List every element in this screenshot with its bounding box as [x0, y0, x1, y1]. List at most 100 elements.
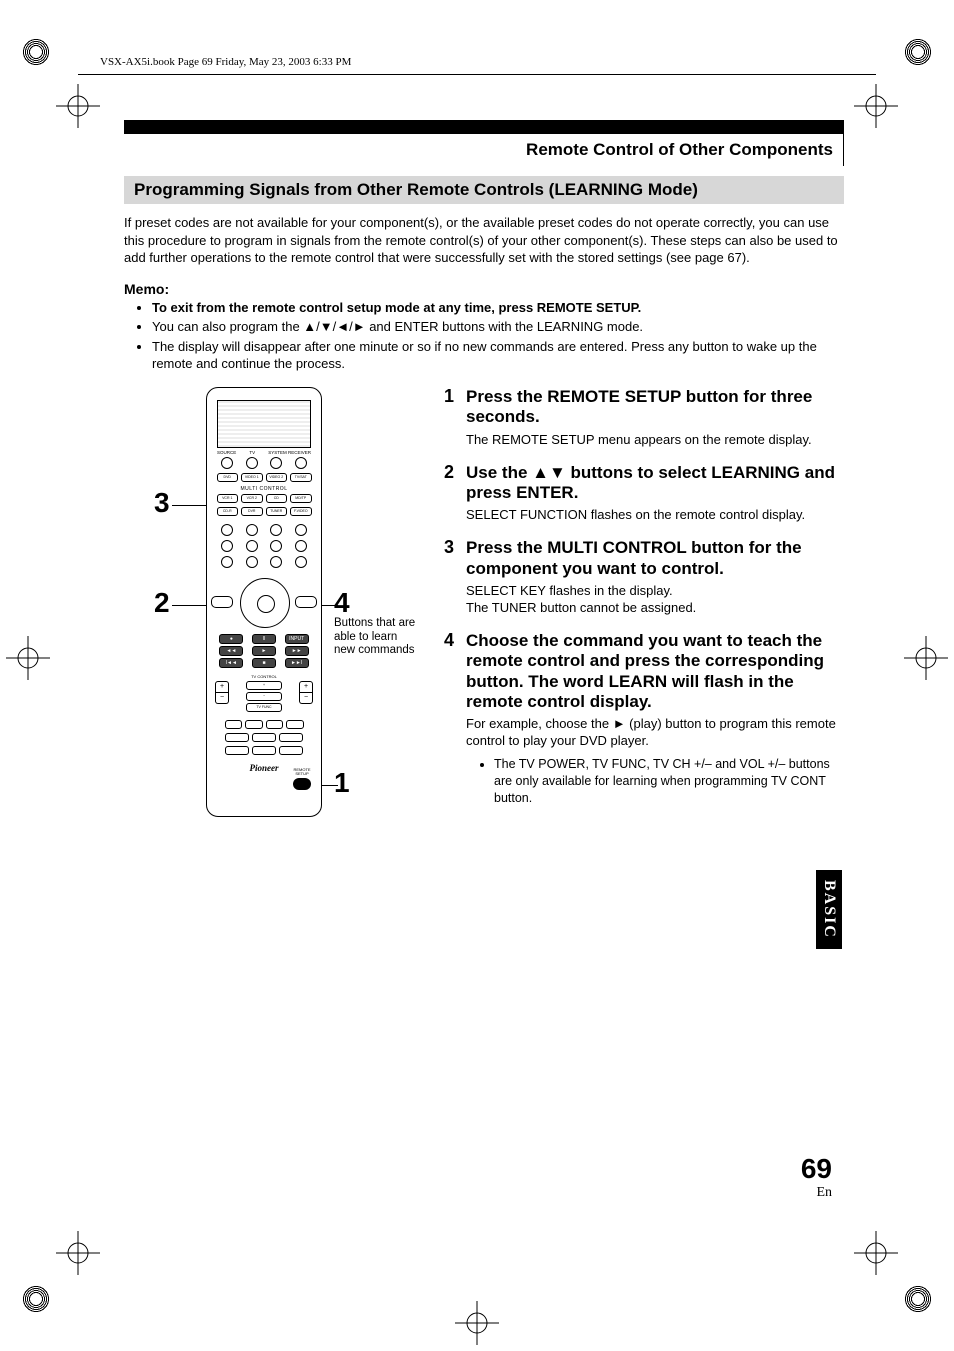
step-number: 3: [444, 538, 466, 617]
prev-track-button-icon: I◄◄: [219, 658, 243, 668]
remote-button: [286, 720, 304, 729]
round-button-icon: [295, 556, 307, 568]
remote-button: CD: [266, 494, 288, 503]
power-button-icon: [270, 457, 282, 469]
round-button-icon: [221, 556, 233, 568]
step-sub-item: The TV POWER, TV FUNC, TV CH +/– and VOL…: [494, 756, 844, 807]
remote-button: MD/TP: [290, 494, 312, 503]
callout-line: [320, 605, 338, 606]
registration-mark-icon: [904, 636, 948, 680]
tv-func-button: TV FUNC: [246, 703, 282, 712]
rewind-button-icon: ◄◄: [219, 646, 243, 656]
intro-paragraph: If preset codes are not available for yo…: [124, 214, 844, 267]
fast-forward-button-icon: ►►: [285, 646, 309, 656]
page-language: En: [801, 1185, 832, 1201]
step-title: Choose the command you want to teach the…: [466, 631, 844, 713]
memo-item: To exit from the remote control setup mo…: [152, 299, 844, 317]
round-button-icon: [246, 524, 258, 536]
step-desc: The REMOTE SETUP menu appears on the rem…: [466, 432, 844, 449]
round-button-icon: [270, 540, 282, 552]
side-button-icon: [211, 596, 233, 608]
input-button: INPUT: [285, 634, 309, 644]
registration-mark-icon: [6, 636, 50, 680]
round-button-icon: [246, 540, 258, 552]
remote-setup-button-icon: [293, 778, 311, 790]
registration-mark-icon: [854, 1231, 898, 1275]
remote-button: CD-R: [217, 507, 239, 516]
round-button-icon: [270, 556, 282, 568]
step-number: 4: [444, 631, 466, 809]
remote-button: [279, 746, 303, 755]
remote-button: [225, 746, 249, 755]
play-button-icon: ►: [252, 646, 276, 656]
header-rule: [78, 74, 876, 75]
cropmark-icon: [900, 34, 936, 70]
round-button-icon: [295, 524, 307, 536]
memo-heading: Memo:: [124, 281, 844, 297]
step-number: 1: [444, 387, 466, 449]
callout-number-2: 2: [154, 587, 170, 619]
pause-button-icon: II: [252, 634, 276, 644]
callout-line: [320, 785, 338, 786]
remote-button: [225, 733, 249, 742]
remote-button: DVD: [217, 473, 239, 482]
step: 2 Use the ▲▼ buttons to select LEARNING …: [444, 463, 844, 525]
step-title: Press the MULTI CONTROL button for the c…: [466, 538, 844, 579]
step: 1 Press the REMOTE SETUP button for thre…: [444, 387, 844, 449]
remote-label: TV: [249, 450, 255, 455]
next-track-button-icon: ►►I: [285, 658, 309, 668]
step-desc: SELECT FUNCTION flashes on the remote co…: [466, 507, 844, 524]
chapter-title: Remote Control of Other Components: [124, 120, 844, 166]
dpad-icon: [240, 578, 290, 628]
round-button-icon: [295, 540, 307, 552]
side-button-icon: [295, 596, 317, 608]
callout-number-4: 4: [334, 587, 350, 619]
remote-button: [279, 733, 303, 742]
steps-column: 1 Press the REMOTE SETUP button for thre…: [444, 387, 844, 847]
memo-item: You can also program the ▲/▼/◄/► and ENT…: [152, 318, 844, 336]
remote-button: VIDEO 2: [266, 473, 288, 482]
registration-mark-icon: [56, 84, 100, 128]
cropmark-icon: [18, 1281, 54, 1317]
round-button-icon: [270, 524, 282, 536]
step-desc: For example, choose the ► (play) button …: [466, 716, 844, 750]
step: 3 Press the MULTI CONTROL button for the…: [444, 538, 844, 617]
volume-rocker: +−: [299, 681, 313, 704]
page: VSX-AX5i.book Page 69 Friday, May 23, 20…: [0, 0, 954, 1351]
round-button-icon: [221, 540, 233, 552]
cropmark-icon: [900, 1281, 936, 1317]
tv-ch-button: +: [246, 681, 282, 690]
tv-ch-button: −: [246, 692, 282, 701]
transport-controls: ● II INPUT ◄◄ ► ►► I◄◄ ■: [207, 632, 321, 672]
round-button-icon: [246, 556, 258, 568]
step: 4 Choose the command you want to teach t…: [444, 631, 844, 809]
remote-button: [266, 720, 284, 729]
remote-button: VIDEO 1: [241, 473, 263, 482]
book-header-line: VSX-AX5i.book Page 69 Friday, May 23, 20…: [100, 56, 351, 68]
remote-label: SOURCE: [217, 450, 236, 455]
side-tab-basic: BASIC: [816, 870, 842, 949]
record-button-icon: ●: [219, 634, 243, 644]
memo-list: To exit from the remote control setup mo…: [124, 299, 844, 373]
cropmark-icon: [18, 34, 54, 70]
page-number-block: 69 En: [801, 1153, 832, 1201]
remote-button: VCR 2: [241, 494, 263, 503]
remote-button: F.VIDEO: [290, 507, 312, 516]
step-title: Use the ▲▼ buttons to select LEARNING an…: [466, 463, 844, 504]
step-sublist: The TV POWER, TV FUNC, TV CH +/– and VOL…: [466, 756, 844, 807]
step-desc: SELECT KEY flashes in the display. The T…: [466, 583, 844, 617]
remote-button: TV/SAT: [290, 473, 312, 482]
registration-mark-icon: [854, 84, 898, 128]
tv-vol-rocker: +−: [215, 681, 229, 704]
remote-button: TUNER: [266, 507, 288, 516]
remote-button: [245, 720, 263, 729]
round-button-icon: [221, 524, 233, 536]
remote-setup-label: REMOTE SETUP: [289, 768, 315, 776]
remote-button: [252, 733, 276, 742]
remote-display: [217, 400, 311, 448]
power-button-icon: [295, 457, 307, 469]
remote-button: VCR 1: [217, 494, 239, 503]
remote-label: SYSTEM RECEIVER: [268, 450, 311, 455]
remote-button: DVR: [241, 507, 263, 516]
power-button-icon: [246, 457, 258, 469]
